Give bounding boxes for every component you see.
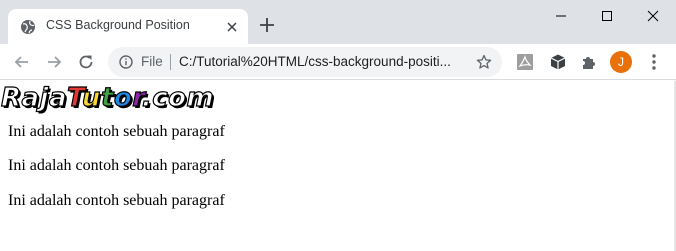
reload-icon[interactable] xyxy=(77,53,95,71)
star-icon[interactable] xyxy=(476,54,492,70)
kebab-menu-icon[interactable] xyxy=(646,53,662,71)
info-icon[interactable] xyxy=(119,55,133,69)
arrow-right-icon[interactable] xyxy=(45,53,63,71)
paragraph: Ini adalah contoh sebuah paragraf xyxy=(8,123,225,140)
page-content: RajaTutor.com Ini adalah contoh sebuah p… xyxy=(0,81,676,251)
cube-icon[interactable] xyxy=(549,53,567,71)
title-bar: CSS Background Position xyxy=(0,0,676,44)
address-bar[interactable]: File C:/Tutorial%20HTML/css-background-p… xyxy=(108,47,502,77)
address-separator xyxy=(170,54,171,70)
paragraph: Ini adalah contoh sebuah paragraf xyxy=(8,192,225,209)
tab-title: CSS Background Position xyxy=(46,18,190,32)
plus-icon[interactable] xyxy=(258,16,276,34)
url-text[interactable]: C:/Tutorial%20HTML/css-background-positi… xyxy=(179,54,469,69)
paragraph: Ini adalah contoh sebuah paragraf xyxy=(8,157,225,174)
logo-letter: o xyxy=(113,82,133,113)
maximize-button[interactable] xyxy=(584,0,630,32)
logo-part-tutor: Tutor xyxy=(66,82,142,113)
arrow-left-icon[interactable] xyxy=(13,53,31,71)
logo-letter: r xyxy=(132,82,142,113)
globe-icon xyxy=(21,20,35,34)
puzzle-icon[interactable] xyxy=(580,53,598,71)
logo-letter: u xyxy=(81,82,101,113)
logo-part-com: .com xyxy=(141,82,215,113)
avatar[interactable]: J xyxy=(610,51,632,73)
browser-toolbar: File C:/Tutorial%20HTML/css-background-p… xyxy=(0,44,676,80)
maximize-icon xyxy=(602,11,612,21)
close-icon[interactable] xyxy=(224,19,240,35)
logo-letter: T xyxy=(66,82,82,113)
browser-tab[interactable]: CSS Background Position xyxy=(8,9,248,44)
logo-part-raja: Raja xyxy=(0,82,68,113)
minimize-button[interactable] xyxy=(538,0,584,32)
rajatutor-logo: RajaTutor.com xyxy=(0,82,215,119)
logo-letter: t xyxy=(100,82,114,113)
scheme-label: File xyxy=(141,54,163,69)
minimize-icon xyxy=(556,15,566,17)
pdf-icon[interactable] xyxy=(516,53,534,71)
close-icon xyxy=(647,10,659,22)
window-close-button[interactable] xyxy=(630,0,676,32)
